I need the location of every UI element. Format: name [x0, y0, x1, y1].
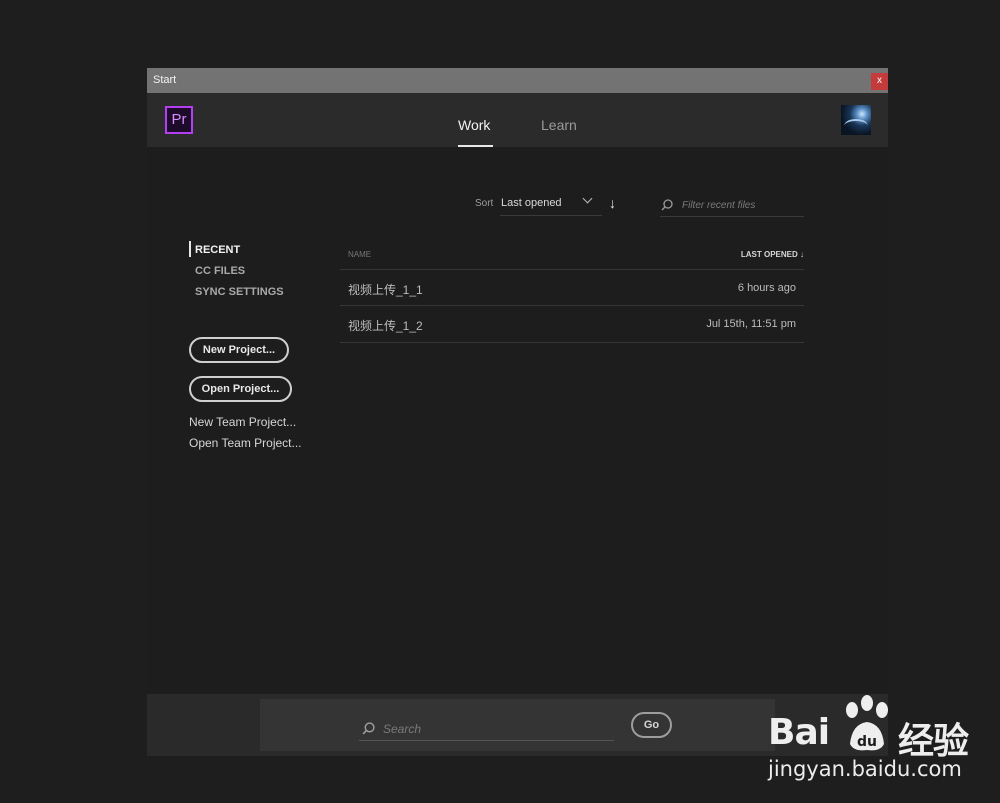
table-row[interactable]: 视频上传_1_1 6 hours ago [340, 269, 804, 306]
start-window: Start x Pr Work Learn Sort Last opened ↓… [147, 68, 888, 756]
search-panel: Go [260, 699, 775, 751]
tab-learn[interactable]: Learn [541, 117, 577, 133]
tab-work[interactable]: Work [458, 117, 490, 133]
open-team-project-link[interactable]: Open Team Project... [189, 436, 302, 450]
filter-input[interactable] [680, 196, 804, 214]
close-button[interactable]: x [871, 73, 888, 90]
svg-text:du: du [857, 734, 877, 750]
go-button[interactable]: Go [631, 712, 672, 738]
row-name: 视频上传_1_1 [348, 283, 423, 297]
user-avatar[interactable] [841, 105, 871, 135]
filter-field[interactable] [660, 192, 804, 217]
title-bar: Start x [147, 68, 888, 93]
search-field[interactable] [359, 716, 614, 741]
window-title: Start [153, 74, 177, 86]
watermark-url: jingyan.baidu.com [768, 757, 962, 781]
new-team-project-link[interactable]: New Team Project... [189, 415, 296, 429]
search-icon [362, 722, 375, 735]
sort-direction-icon[interactable]: ↓ [609, 195, 616, 211]
watermark-brand: Bai [768, 712, 830, 753]
search-icon [661, 199, 673, 211]
nav-recent[interactable]: RECENT [195, 244, 240, 256]
column-header-name[interactable]: NAME [348, 250, 371, 259]
nav-cc-files[interactable]: CC FILES [195, 265, 245, 277]
nav-sync-settings[interactable]: SYNC SETTINGS [195, 286, 284, 298]
row-name: 视频上传_1_2 [348, 319, 423, 333]
active-tab-indicator [458, 145, 493, 147]
table-row[interactable]: 视频上传_1_2 Jul 15th, 11:51 pm [340, 305, 804, 343]
sort-label: Sort [475, 198, 494, 209]
sort-value: Last opened [501, 197, 562, 209]
baidu-watermark: Bai du 经验 [768, 694, 993, 762]
chevron-down-icon [582, 193, 593, 204]
paw-icon: du [846, 695, 888, 751]
premiere-logo-icon: Pr [165, 106, 193, 134]
header-bar: Pr Work Learn [147, 93, 888, 147]
row-last-opened: 6 hours ago [737, 282, 796, 294]
sort-dropdown[interactable]: Last opened [500, 191, 602, 216]
search-input[interactable] [381, 719, 610, 739]
row-last-opened: Jul 15th, 11:51 pm [706, 318, 796, 330]
column-header-last-opened[interactable]: LAST OPENED ↓ [741, 250, 804, 259]
new-project-button[interactable]: New Project... [189, 337, 289, 363]
open-project-button[interactable]: Open Project... [189, 376, 292, 402]
active-nav-indicator [189, 241, 191, 257]
